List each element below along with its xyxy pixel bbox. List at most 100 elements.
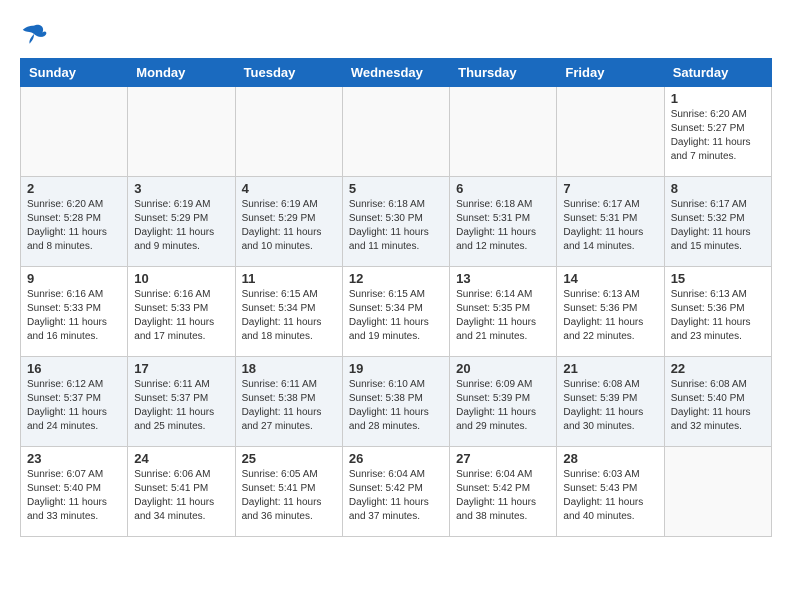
- calendar-cell: 9 Sunrise: 6:16 AM Sunset: 5:33 PM Daylig…: [21, 267, 128, 357]
- calendar-header-monday: Monday: [128, 59, 235, 87]
- calendar-cell: 10Sunrise: 6:16 AM Sunset: 5:33 PM Dayli…: [128, 267, 235, 357]
- day-info: Sunrise: 6:05 AM Sunset: 5:41 PM Dayligh…: [242, 468, 336, 524]
- day-number: 2: [27, 181, 121, 196]
- day-number: 25: [242, 451, 336, 466]
- calendar-cell: 14 Sunrise: 6:13 AM Sunset: 5:36 PM Dayli…: [557, 267, 664, 357]
- calendar-header-saturday: Saturday: [664, 59, 771, 87]
- day-info: Sunrise: 6:13 AM Sunset: 5:36 PM Dayligh…: [671, 288, 765, 344]
- logo-bird-icon: [20, 20, 48, 48]
- day-info: Sunrise: 6:09 AM Sunset: 5:39 PM Dayligh…: [456, 378, 550, 434]
- calendar-cell: 18 Sunrise: 6:11 AM Sunset: 5:38 PM Dayli…: [235, 357, 342, 447]
- day-number: 8: [671, 181, 765, 196]
- day-number: 9: [27, 271, 121, 286]
- calendar-header-thursday: Thursday: [450, 59, 557, 87]
- calendar-cell: [664, 447, 771, 537]
- logo: [20, 20, 52, 48]
- day-info: Sunrise: 6:20 AM Sunset: 5:27 PM Dayligh…: [671, 108, 765, 164]
- day-number: 24: [134, 451, 228, 466]
- day-info: Sunrise: 6:17 AM Sunset: 5:31 PM Dayligh…: [563, 198, 657, 254]
- day-number: 26: [349, 451, 443, 466]
- day-number: 6: [456, 181, 550, 196]
- calendar-cell: 21 Sunrise: 6:08 AM Sunset: 5:39 PM Dayli…: [557, 357, 664, 447]
- day-number: 21: [563, 361, 657, 376]
- day-info: Sunrise: 6:18 AM Sunset: 5:30 PM Dayligh…: [349, 198, 443, 254]
- day-number: 16: [27, 361, 121, 376]
- calendar-cell: [128, 87, 235, 177]
- day-info: Sunrise: 6:10 AM Sunset: 5:38 PM Dayligh…: [349, 378, 443, 434]
- calendar-cell: 7 Sunrise: 6:17 AM Sunset: 5:31 PM Daylig…: [557, 177, 664, 267]
- calendar-cell: [557, 87, 664, 177]
- calendar-cell: 1 Sunrise: 6:20 AM Sunset: 5:27 PM Daylig…: [664, 87, 771, 177]
- day-info: Sunrise: 6:18 AM Sunset: 5:31 PM Dayligh…: [456, 198, 550, 254]
- day-info: Sunrise: 6:11 AM Sunset: 5:37 PM Dayligh…: [134, 378, 228, 434]
- calendar-cell: 24 Sunrise: 6:06 AM Sunset: 5:41 PM Dayli…: [128, 447, 235, 537]
- calendar-cell: 4 Sunrise: 6:19 AM Sunset: 5:29 PM Daylig…: [235, 177, 342, 267]
- calendar-cell: 8 Sunrise: 6:17 AM Sunset: 5:32 PM Daylig…: [664, 177, 771, 267]
- day-number: 10: [134, 271, 228, 286]
- calendar-table: SundayMondayTuesdayWednesdayThursdayFrid…: [20, 58, 772, 537]
- day-number: 23: [27, 451, 121, 466]
- calendar-week-3: 9 Sunrise: 6:16 AM Sunset: 5:33 PM Daylig…: [21, 267, 772, 357]
- calendar-cell: 26 Sunrise: 6:04 AM Sunset: 5:42 PM Dayli…: [342, 447, 449, 537]
- calendar-cell: 19 Sunrise: 6:10 AM Sunset: 5:38 PM Dayli…: [342, 357, 449, 447]
- day-number: 18: [242, 361, 336, 376]
- day-number: 11: [242, 271, 336, 286]
- calendar-cell: 5 Sunrise: 6:18 AM Sunset: 5:30 PM Daylig…: [342, 177, 449, 267]
- calendar-header-tuesday: Tuesday: [235, 59, 342, 87]
- day-number: 14: [563, 271, 657, 286]
- calendar-cell: 28 Sunrise: 6:03 AM Sunset: 5:43 PM Dayli…: [557, 447, 664, 537]
- calendar-cell: 23 Sunrise: 6:07 AM Sunset: 5:40 PM Dayli…: [21, 447, 128, 537]
- day-info: Sunrise: 6:15 AM Sunset: 5:34 PM Dayligh…: [349, 288, 443, 344]
- day-info: Sunrise: 6:16 AM Sunset: 5:33 PM Dayligh…: [27, 288, 121, 344]
- calendar-cell: [342, 87, 449, 177]
- day-number: 20: [456, 361, 550, 376]
- day-number: 3: [134, 181, 228, 196]
- calendar-cell: [21, 87, 128, 177]
- day-number: 5: [349, 181, 443, 196]
- calendar-week-4: 16Sunrise: 6:12 AM Sunset: 5:37 PM Dayli…: [21, 357, 772, 447]
- day-info: Sunrise: 6:19 AM Sunset: 5:29 PM Dayligh…: [134, 198, 228, 254]
- day-info: Sunrise: 6:17 AM Sunset: 5:32 PM Dayligh…: [671, 198, 765, 254]
- calendar-cell: 2 Sunrise: 6:20 AM Sunset: 5:28 PM Daylig…: [21, 177, 128, 267]
- calendar-cell: 16Sunrise: 6:12 AM Sunset: 5:37 PM Dayli…: [21, 357, 128, 447]
- day-number: 28: [563, 451, 657, 466]
- page-header: [20, 20, 772, 48]
- day-number: 17: [134, 361, 228, 376]
- day-info: Sunrise: 6:11 AM Sunset: 5:38 PM Dayligh…: [242, 378, 336, 434]
- day-info: Sunrise: 6:15 AM Sunset: 5:34 PM Dayligh…: [242, 288, 336, 344]
- day-number: 4: [242, 181, 336, 196]
- calendar-header-sunday: Sunday: [21, 59, 128, 87]
- calendar-cell: 22 Sunrise: 6:08 AM Sunset: 5:40 PM Dayli…: [664, 357, 771, 447]
- calendar-cell: 11 Sunrise: 6:15 AM Sunset: 5:34 PM Dayli…: [235, 267, 342, 357]
- calendar-cell: 3 Sunrise: 6:19 AM Sunset: 5:29 PM Daylig…: [128, 177, 235, 267]
- calendar-cell: 12 Sunrise: 6:15 AM Sunset: 5:34 PM Dayli…: [342, 267, 449, 357]
- day-number: 15: [671, 271, 765, 286]
- calendar-cell: 27 Sunrise: 6:04 AM Sunset: 5:42 PM Dayli…: [450, 447, 557, 537]
- day-info: Sunrise: 6:08 AM Sunset: 5:40 PM Dayligh…: [671, 378, 765, 434]
- calendar-header-friday: Friday: [557, 59, 664, 87]
- day-number: 22: [671, 361, 765, 376]
- day-info: Sunrise: 6:08 AM Sunset: 5:39 PM Dayligh…: [563, 378, 657, 434]
- day-info: Sunrise: 6:20 AM Sunset: 5:28 PM Dayligh…: [27, 198, 121, 254]
- day-number: 7: [563, 181, 657, 196]
- calendar-cell: 17 Sunrise: 6:11 AM Sunset: 5:37 PM Dayli…: [128, 357, 235, 447]
- day-info: Sunrise: 6:06 AM Sunset: 5:41 PM Dayligh…: [134, 468, 228, 524]
- calendar-cell: 20 Sunrise: 6:09 AM Sunset: 5:39 PM Dayli…: [450, 357, 557, 447]
- day-info: Sunrise: 6:19 AM Sunset: 5:29 PM Dayligh…: [242, 198, 336, 254]
- calendar-week-2: 2 Sunrise: 6:20 AM Sunset: 5:28 PM Daylig…: [21, 177, 772, 267]
- calendar-cell: 15 Sunrise: 6:13 AM Sunset: 5:36 PM Dayli…: [664, 267, 771, 357]
- day-info: Sunrise: 6:14 AM Sunset: 5:35 PM Dayligh…: [456, 288, 550, 344]
- calendar-week-5: 23 Sunrise: 6:07 AM Sunset: 5:40 PM Dayli…: [21, 447, 772, 537]
- day-info: Sunrise: 6:13 AM Sunset: 5:36 PM Dayligh…: [563, 288, 657, 344]
- day-info: Sunrise: 6:04 AM Sunset: 5:42 PM Dayligh…: [456, 468, 550, 524]
- day-info: Sunrise: 6:04 AM Sunset: 5:42 PM Dayligh…: [349, 468, 443, 524]
- calendar-cell: [235, 87, 342, 177]
- calendar-cell: 13Sunrise: 6:14 AM Sunset: 5:35 PM Dayli…: [450, 267, 557, 357]
- day-number: 19: [349, 361, 443, 376]
- day-number: 1: [671, 91, 765, 106]
- day-number: 12: [349, 271, 443, 286]
- day-info: Sunrise: 6:07 AM Sunset: 5:40 PM Dayligh…: [27, 468, 121, 524]
- calendar-header-row: SundayMondayTuesdayWednesdayThursdayFrid…: [21, 59, 772, 87]
- day-info: Sunrise: 6:03 AM Sunset: 5:43 PM Dayligh…: [563, 468, 657, 524]
- day-number: 27: [456, 451, 550, 466]
